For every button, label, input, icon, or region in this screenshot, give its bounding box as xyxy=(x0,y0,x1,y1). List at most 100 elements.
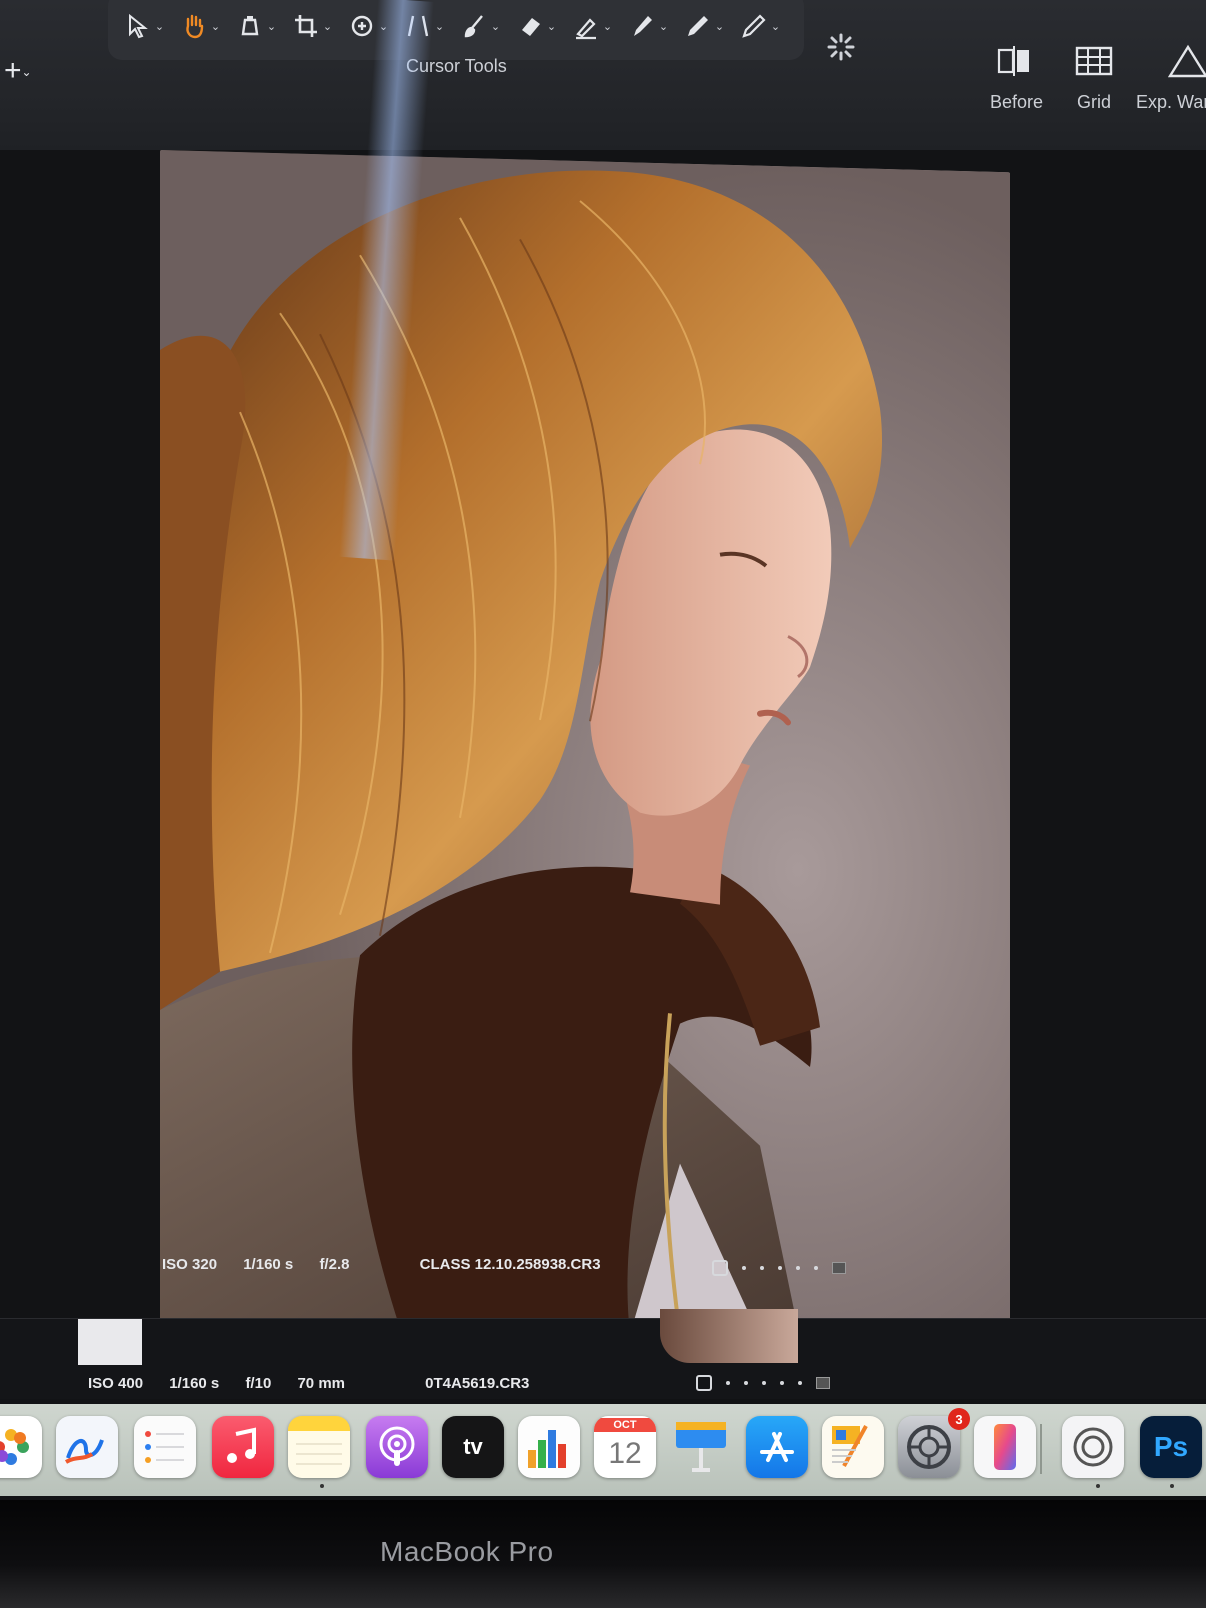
calendar-day: 12 xyxy=(608,1437,642,1470)
grid-icon xyxy=(1075,46,1113,76)
calendar-app[interactable]: OCT 12 xyxy=(594,1416,656,1478)
annotation-tool[interactable]: ⌄ xyxy=(734,6,786,46)
music-app[interactable] xyxy=(212,1416,274,1478)
dock: tv OCT 12 3 Ps xyxy=(0,1404,1206,1496)
app-store-icon xyxy=(760,1432,794,1462)
annotation-icon xyxy=(742,14,766,38)
capture-one-app[interactable] xyxy=(1062,1416,1124,1478)
photoshop-app[interactable]: Ps xyxy=(1140,1416,1202,1478)
rating-dot[interactable] xyxy=(726,1381,730,1385)
crop-icon xyxy=(294,15,317,37)
keystone-tool[interactable]: ⌄ xyxy=(398,6,450,46)
calendar-month: OCT xyxy=(594,1418,656,1432)
screen: ⌄ ⌄ ⌄ ⌄ ⌄ ⌄ ⌄ ⌄ ⌄ ⌄ ⌄ ⌄ Cursor Tools +⌄ … xyxy=(0,0,1206,1500)
capture-one-icon xyxy=(1073,1427,1113,1467)
rating-dot[interactable] xyxy=(796,1266,800,1270)
rating-dots[interactable] xyxy=(696,1375,830,1391)
toolbar: ⌄ ⌄ ⌄ ⌄ ⌄ ⌄ ⌄ ⌄ ⌄ ⌄ ⌄ ⌄ Cursor Tools +⌄ … xyxy=(0,0,1206,152)
keynote-app[interactable] xyxy=(670,1416,732,1478)
pages-icon xyxy=(832,1425,868,1467)
dock-separator xyxy=(1040,1424,1042,1474)
brush-icon xyxy=(464,15,483,38)
photos-icon xyxy=(0,1429,29,1465)
rating-dot[interactable] xyxy=(760,1266,764,1270)
gradient-tool[interactable]: ⌄ xyxy=(566,6,618,46)
running-indicator xyxy=(1170,1484,1174,1488)
exposure-warning-label: Exp. War xyxy=(1136,92,1206,112)
notification-badge: 3 xyxy=(948,1408,970,1430)
eraser-icon xyxy=(521,18,540,36)
before-label: Before xyxy=(990,92,1044,112)
podcasts-app[interactable] xyxy=(366,1416,428,1478)
eraser-tool[interactable]: ⌄ xyxy=(510,6,562,46)
before-button[interactable]: Before xyxy=(990,44,1043,113)
shutter-value: 1/160 s xyxy=(169,1375,220,1392)
add-button[interactable]: +⌄ xyxy=(4,56,32,87)
main-photo[interactable] xyxy=(160,150,1010,1345)
rating-dots[interactable] xyxy=(712,1260,846,1276)
freeform-app[interactable] xyxy=(56,1416,118,1478)
cursor-tools-label: Cursor Tools xyxy=(406,56,507,76)
podcasts-icon xyxy=(379,1426,415,1466)
brush-tool[interactable]: ⌄ xyxy=(454,6,506,46)
shutter-value: 1/160 s xyxy=(243,1256,294,1273)
before-after-icon xyxy=(997,46,1029,76)
cursor-tools-group: ⌄ ⌄ ⌄ ⌄ ⌄ ⌄ ⌄ ⌄ ⌄ ⌄ ⌄ ⌄ xyxy=(108,0,804,60)
iphone-mirroring-app[interactable] xyxy=(974,1416,1036,1478)
running-indicator xyxy=(1096,1484,1100,1488)
loupe-icon xyxy=(241,16,259,36)
app-store-app[interactable] xyxy=(746,1416,808,1478)
thumbnail[interactable] xyxy=(78,1319,142,1365)
grid-button[interactable]: Grid xyxy=(1074,44,1114,113)
activity-spinner-icon xyxy=(827,33,855,61)
eyedropper-icon xyxy=(633,16,652,36)
rating-dot[interactable] xyxy=(742,1266,746,1270)
eyedropper-tool[interactable]: ⌄ xyxy=(622,6,674,46)
aperture-value: f/2.8 xyxy=(319,1256,350,1273)
device-label: MacBook Pro xyxy=(380,1536,554,1567)
iphone-icon xyxy=(994,1424,1016,1470)
music-note-icon xyxy=(227,1427,256,1463)
rotate-icon xyxy=(351,15,373,37)
iso-value: ISO 400 xyxy=(88,1375,144,1392)
filename: CLASS 12.10.258938.CR3 xyxy=(419,1256,601,1273)
pan-tool[interactable]: ⌄ xyxy=(174,6,226,46)
select-checkbox[interactable] xyxy=(696,1375,712,1391)
thumbnail[interactable] xyxy=(660,1309,798,1363)
photos-app[interactable] xyxy=(0,1416,42,1478)
pan-icon xyxy=(186,14,204,39)
loupe-tool[interactable]: ⌄ xyxy=(230,6,282,46)
chevron-down-icon: ⌄ xyxy=(21,65,32,80)
rating-dot[interactable] xyxy=(814,1266,818,1270)
keynote-icon xyxy=(676,1422,726,1472)
rating-dot[interactable] xyxy=(762,1381,766,1385)
grid-label: Grid xyxy=(1076,92,1111,112)
color-tag[interactable] xyxy=(832,1262,846,1274)
crop-tool[interactable]: ⌄ xyxy=(286,6,338,46)
select-checkbox[interactable] xyxy=(712,1260,728,1276)
rating-dot[interactable] xyxy=(780,1381,784,1385)
rating-dot[interactable] xyxy=(744,1381,748,1385)
pointer-tool[interactable]: ⌄ xyxy=(118,6,170,46)
rating-dot[interactable] xyxy=(798,1381,802,1385)
rating-dot[interactable] xyxy=(778,1266,782,1270)
color-tag[interactable] xyxy=(816,1377,830,1389)
pointer-icon xyxy=(128,13,148,39)
notes-app[interactable] xyxy=(288,1416,350,1478)
picker-icon xyxy=(687,16,708,36)
exposure-warning-button[interactable]: Exp. War xyxy=(1136,44,1206,113)
keystone-icon xyxy=(407,15,429,37)
iso-value: ISO 320 xyxy=(162,1256,218,1273)
apple-tv-app[interactable]: tv xyxy=(442,1416,504,1478)
rotate-tool[interactable]: ⌄ xyxy=(342,6,394,46)
apple-tv-label: tv xyxy=(463,1434,483,1459)
running-indicator xyxy=(320,1484,324,1488)
picker-tool[interactable]: ⌄ xyxy=(678,6,730,46)
pages-app[interactable] xyxy=(822,1416,884,1478)
filmstrip-metadata: ISO 400 1/160 s f/10 70 mm 0T4A5619.CR3 xyxy=(88,1375,551,1392)
reminders-app[interactable] xyxy=(134,1416,196,1478)
numbers-app[interactable] xyxy=(518,1416,580,1478)
gradient-icon xyxy=(575,18,596,40)
filmstrip: ISO 400 1/160 s f/10 70 mm 0T4A5619.CR3 xyxy=(0,1309,1206,1399)
freeform-icon xyxy=(64,1439,104,1464)
